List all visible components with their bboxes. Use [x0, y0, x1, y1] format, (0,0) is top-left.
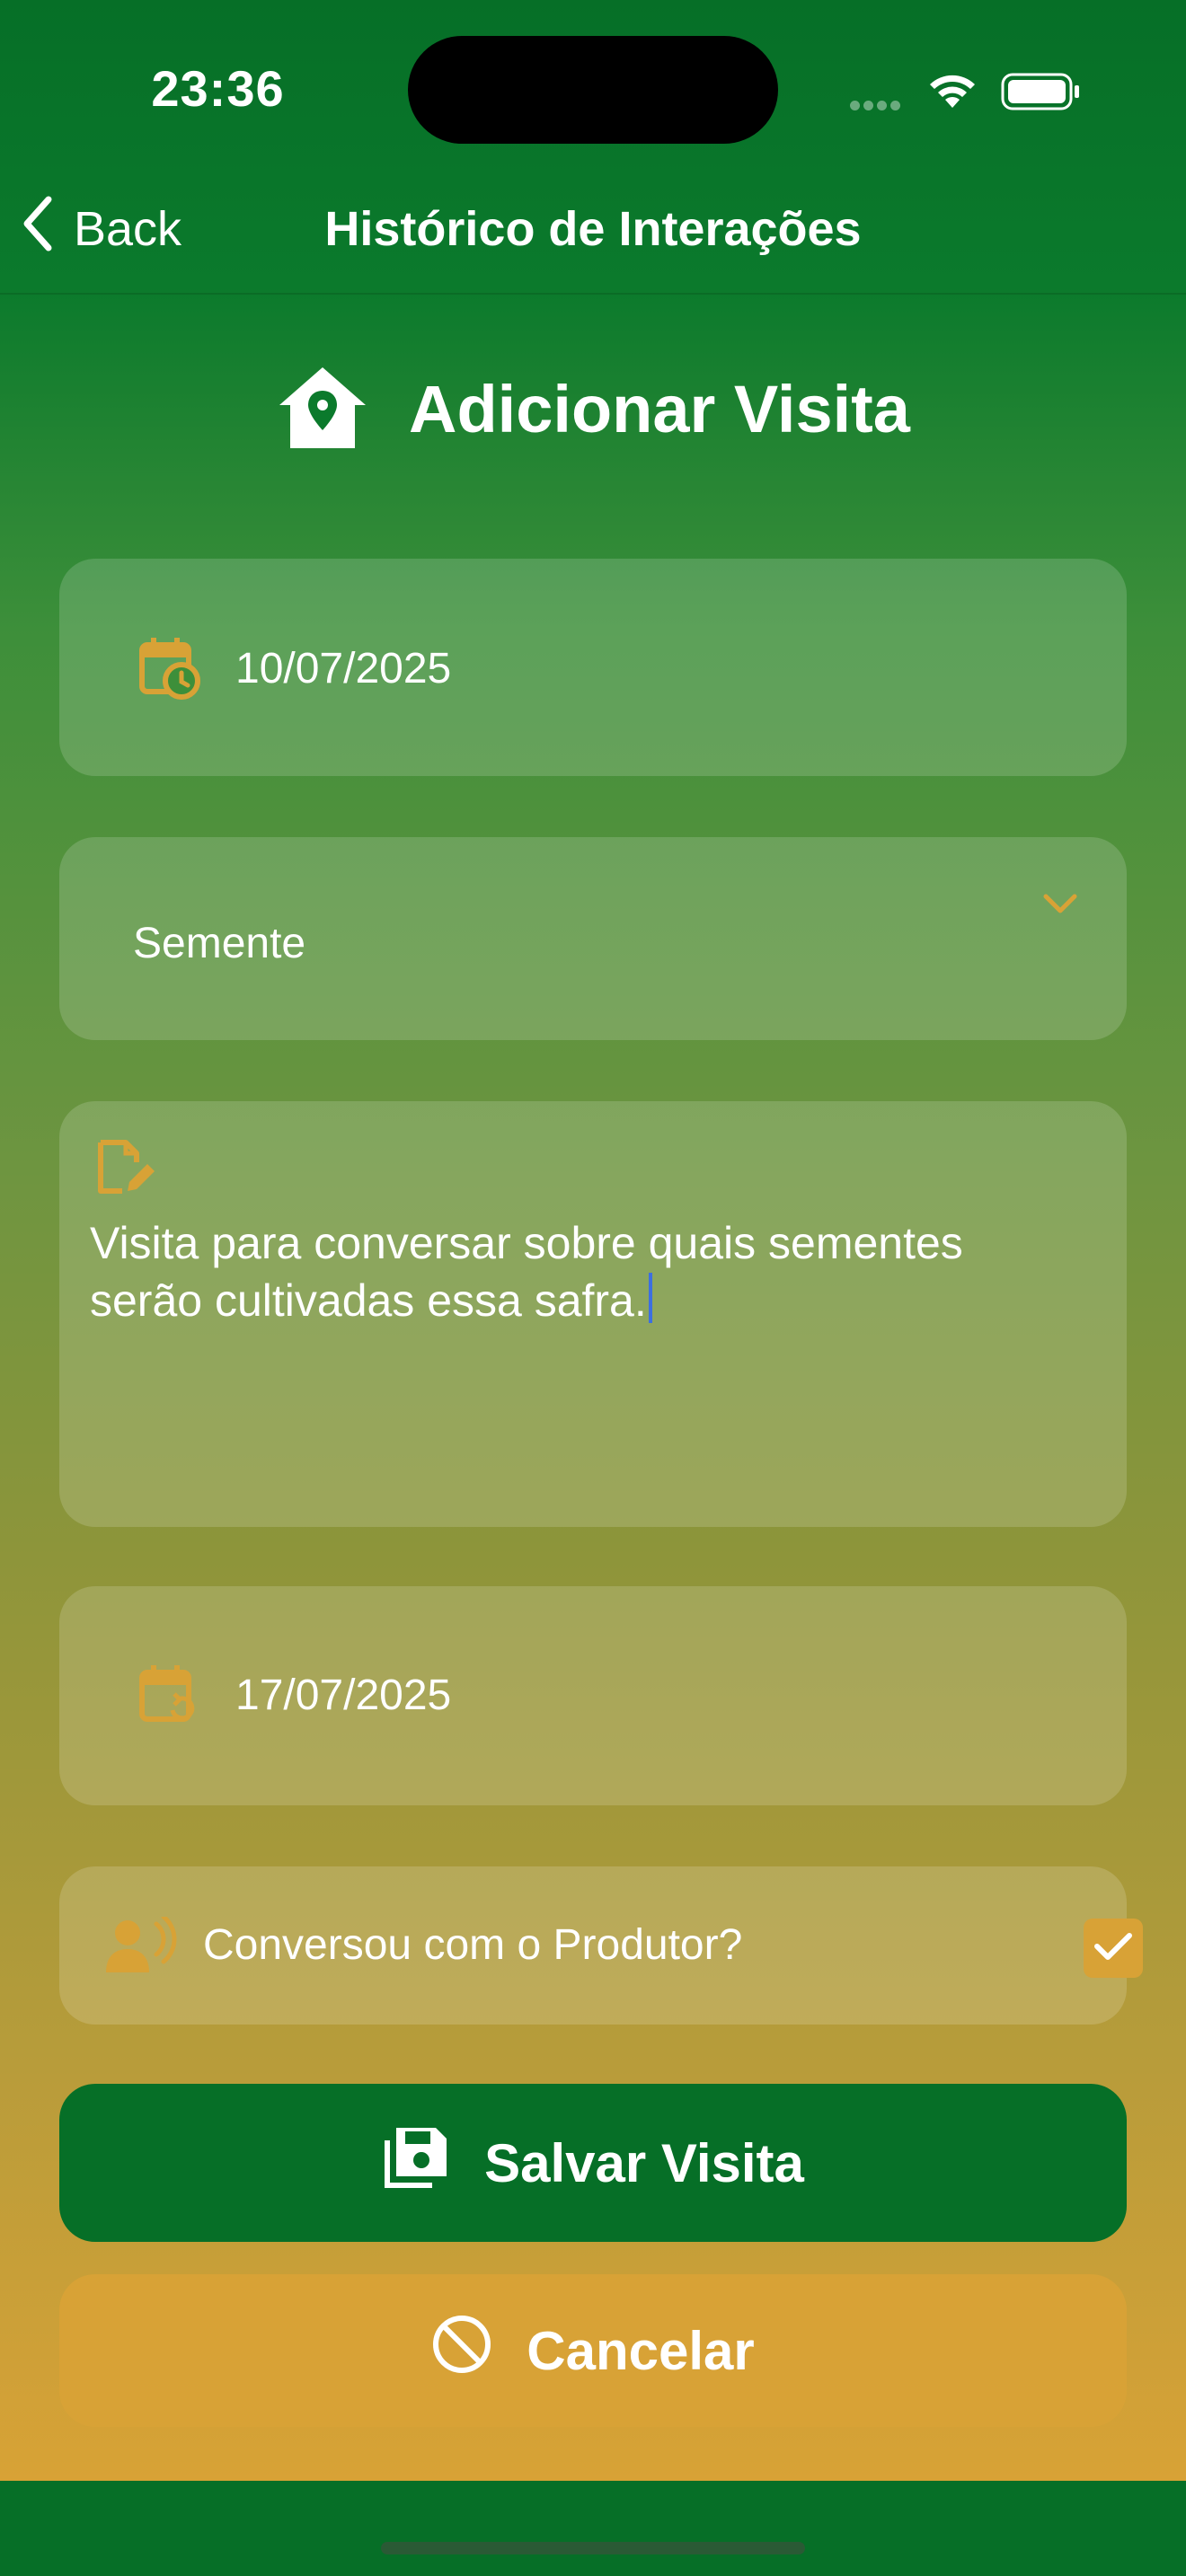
edit-note-icon — [95, 1137, 158, 1203]
visit-date-value: 10/07/2025 — [235, 645, 452, 693]
status-time: 23:36 — [151, 60, 285, 117]
next-date-value: 17/07/2025 — [235, 1672, 452, 1719]
page-heading: Adicionar Visita — [0, 359, 1186, 458]
block-icon — [431, 2314, 492, 2387]
wifi-icon — [925, 70, 979, 114]
calendar-clock-icon — [138, 636, 201, 705]
save-visit-button[interactable]: Salvar Visita — [59, 2084, 1127, 2242]
talked-to-producer-row[interactable]: Conversou com o Produtor? — [59, 1866, 1143, 2025]
notes-textarea[interactable]: Visita para conversar sobre quais sement… — [59, 1101, 1127, 1527]
type-selected-value: Semente — [133, 920, 306, 967]
home-indicator[interactable] — [381, 2542, 805, 2554]
nav-title: Histórico de Interações — [324, 202, 862, 256]
battery-icon — [1001, 72, 1082, 116]
notes-text: Visita para conversar sobre quais sement… — [90, 1218, 963, 1326]
text-cursor — [648, 1273, 652, 1323]
talked-label: Conversou com o Produtor? — [203, 1921, 743, 1969]
dynamic-island — [408, 36, 778, 144]
visit-date-field[interactable]: 10/07/2025 — [59, 559, 1127, 776]
next-date-field[interactable]: 17/07/2025 — [59, 1586, 1127, 1805]
calendar-refresh-icon — [138, 1663, 201, 1733]
page-title: Adicionar Visita — [409, 371, 910, 446]
person-speaking-icon — [104, 1914, 180, 1979]
cancel-button[interactable]: Cancelar — [59, 2274, 1127, 2427]
bottom-bar — [0, 2481, 1186, 2576]
save-visit-label: Salvar Visita — [484, 2132, 804, 2193]
cellular-signal-icon — [850, 99, 904, 115]
chevron-down-icon — [1042, 893, 1078, 921]
talked-checkbox[interactable] — [1084, 1919, 1143, 1978]
type-select[interactable]: Semente — [59, 837, 1127, 1040]
cancel-label: Cancelar — [527, 2320, 755, 2381]
home-location-icon — [276, 364, 369, 454]
checkmark-icon — [1093, 1930, 1133, 1967]
save-icon — [382, 2122, 450, 2203]
navigation-bar: Back Histórico de Interações — [0, 162, 1186, 295]
